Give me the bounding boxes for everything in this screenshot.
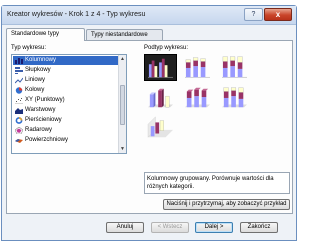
bar-chart-icon bbox=[15, 67, 23, 74]
chart-type-label-text: Radarowy bbox=[25, 127, 53, 133]
chart-type-line[interactable]: Liniowy bbox=[13, 76, 118, 85]
radar-chart-icon bbox=[15, 127, 23, 134]
chart-wizard-dialog: Kreator wykresów - Krok 1 z 4 - Typ wykr… bbox=[1, 5, 297, 241]
subtype-clustered-column[interactable] bbox=[144, 54, 177, 81]
line-chart-icon bbox=[15, 77, 23, 84]
stacked-column-icon bbox=[185, 57, 210, 78]
chart-type-area[interactable]: Warstwowy bbox=[13, 106, 118, 115]
chart-type-list[interactable]: Kolumnowy Słupkowy Liniowy Kołowy XY (Pu… bbox=[11, 54, 127, 154]
chart-subtype-gallery bbox=[144, 54, 287, 169]
chart-type-label-text: Warstwowy bbox=[25, 107, 56, 113]
chart-type-label-text: Liniowy bbox=[25, 77, 46, 83]
area-chart-icon bbox=[15, 108, 23, 114]
chart-type-label-text: XY (Punktowy) bbox=[25, 97, 65, 103]
chart-description: Kolumnowy grupowany. Porównuje wartości … bbox=[144, 172, 290, 194]
chart-type-label-text: Pierścieniowy bbox=[25, 117, 62, 123]
column-3d-icon bbox=[147, 116, 173, 138]
percent-stacked-column-icon bbox=[222, 56, 247, 78]
percent-stacked-column-3d-icon bbox=[222, 87, 247, 108]
finish-button[interactable]: Zakończ bbox=[240, 222, 278, 233]
clustered-column-icon bbox=[148, 58, 173, 78]
close-button[interactable]: x bbox=[264, 8, 292, 21]
chart-type-doughnut[interactable]: Pierścieniowy bbox=[13, 116, 118, 125]
back-button[interactable]: < Wstecz bbox=[151, 222, 189, 233]
scroll-down-arrow-icon[interactable]: ▼ bbox=[119, 145, 126, 153]
subtype-3d-100-stacked-column[interactable] bbox=[218, 84, 251, 111]
subtype-stacked-column[interactable] bbox=[181, 54, 214, 81]
window-title: Kreator wykresów - Krok 1 z 4 - Typ wykr… bbox=[7, 11, 146, 18]
chart-type-bar[interactable]: Słupkowy bbox=[13, 66, 118, 75]
chart-type-label-text: Kołowy bbox=[25, 87, 45, 93]
scroll-up-arrow-icon[interactable]: ▲ bbox=[119, 55, 126, 63]
chart-type-label-text: Słupkowy bbox=[25, 67, 51, 73]
column-chart-icon bbox=[15, 58, 23, 64]
help-button[interactable]: ? bbox=[244, 8, 263, 21]
chart-type-surface[interactable]: Powierzchniowy bbox=[13, 136, 118, 145]
next-button[interactable]: Dalej > bbox=[195, 222, 233, 233]
tab-custom-types[interactable]: Typy niestandardowe bbox=[86, 29, 163, 40]
surface-chart-icon bbox=[15, 139, 23, 143]
chart-type-label: Typ wykresu: bbox=[11, 45, 47, 51]
pie-chart-icon bbox=[15, 87, 23, 94]
chart-type-scrollbar[interactable]: ▲ ▼ bbox=[118, 55, 126, 153]
chart-type-label-text: Powierzchniowy bbox=[25, 137, 69, 143]
subtype-3d-clustered-column[interactable] bbox=[144, 84, 177, 111]
chart-type-scatter[interactable]: XY (Punktowy) bbox=[13, 96, 118, 105]
subtype-3d-stacked-column[interactable] bbox=[181, 84, 214, 111]
chart-type-column[interactable]: Kolumnowy bbox=[13, 56, 118, 65]
clustered-column-3d-icon bbox=[148, 88, 173, 108]
tab-standard-types[interactable]: Standardowe typy bbox=[6, 28, 85, 41]
chart-type-label-text: Kolumnowy bbox=[25, 57, 57, 63]
chart-type-radar[interactable]: Radarowy bbox=[13, 126, 118, 135]
subtype-3d-column[interactable] bbox=[144, 114, 177, 141]
preview-hold-button[interactable]: Naciśnij i przytrzymaj, aby zobaczyć prz… bbox=[163, 199, 290, 210]
title-bar[interactable]: Kreator wykresów - Krok 1 z 4 - Typ wykr… bbox=[2, 6, 296, 25]
doughnut-chart-icon bbox=[15, 117, 23, 124]
scrollbar-thumb[interactable] bbox=[120, 85, 125, 125]
stacked-column-3d-icon bbox=[185, 87, 210, 108]
scatter-chart-icon bbox=[15, 98, 23, 104]
cancel-button[interactable]: Anuluj bbox=[106, 222, 144, 233]
chart-subtype-label: Podtyp wykresu: bbox=[144, 45, 189, 51]
subtype-100-stacked-column[interactable] bbox=[218, 54, 251, 81]
standard-types-panel: Typ wykresu: Podtyp wykresu: Kolumnowy S… bbox=[6, 40, 293, 214]
chart-type-pie[interactable]: Kołowy bbox=[13, 86, 118, 95]
